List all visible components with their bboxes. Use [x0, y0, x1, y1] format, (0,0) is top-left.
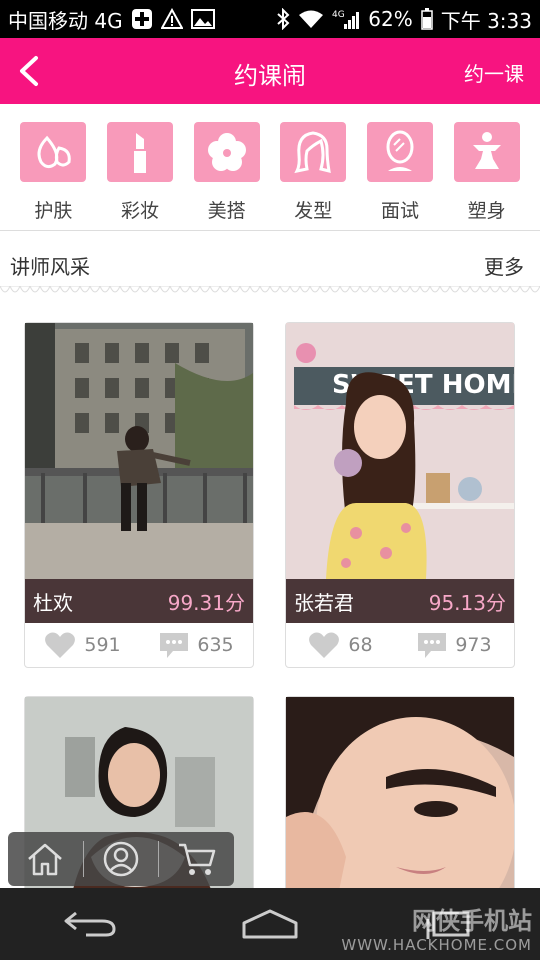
- skincare-icon: [20, 122, 87, 182]
- more-button[interactable]: 更多: [484, 251, 524, 280]
- category-outfit[interactable]: 美搭: [192, 122, 262, 223]
- home-outline-icon: [242, 909, 298, 939]
- heart-icon: [309, 632, 340, 658]
- teacher-card[interactable]: 杜欢 99.31分 591 635: [24, 322, 254, 668]
- comment-count: 973: [455, 634, 492, 656]
- back-arrow-icon: [64, 911, 116, 937]
- battery-icon: [420, 8, 433, 30]
- teacher-info-bar: 张若君 95.13分: [286, 579, 514, 623]
- home-button[interactable]: [8, 832, 83, 886]
- category-label: 发型: [294, 200, 333, 222]
- plus-notification-icon: [131, 8, 153, 30]
- category-label: 美搭: [207, 200, 246, 222]
- section-title: 讲师风采: [10, 255, 90, 279]
- teacher-card[interactable]: [285, 696, 515, 888]
- mirror-icon: [366, 122, 433, 182]
- cellular-signal-icon: 4G: [332, 8, 360, 30]
- hair-icon: [280, 122, 347, 182]
- comment-count: 635: [197, 634, 234, 656]
- category-label: 面试: [380, 200, 419, 222]
- cart-button[interactable]: [159, 832, 234, 886]
- page-title: 约课闹: [234, 62, 306, 90]
- watermark: 网侠手机站 WWW.HACKHOME.COM: [341, 901, 532, 954]
- bluetooth-icon: [276, 8, 290, 30]
- wifi-icon: [298, 9, 324, 29]
- watermark-url: WWW.HACKHOME.COM: [341, 936, 532, 954]
- category-interview[interactable]: 面试: [365, 122, 435, 223]
- body-icon: [453, 122, 520, 182]
- book-class-button[interactable]: 约一课: [464, 58, 524, 87]
- category-makeup[interactable]: 彩妆: [105, 122, 175, 223]
- teacher-card[interactable]: SWEET HOME 张若君 95.13分 68 973: [285, 322, 515, 668]
- teacher-name: 杜欢: [33, 590, 73, 615]
- user-icon: [103, 841, 139, 877]
- category-label: 彩妆: [120, 200, 159, 222]
- system-nav-bar: 网侠手机站 WWW.HACKHOME.COM: [0, 888, 540, 960]
- image-notification-icon: [190, 8, 215, 30]
- category-bar: 护肤 彩妆 美搭 发型 面试 塑身: [0, 104, 540, 230]
- teacher-grid: 杜欢 99.31分 591 635 SWEET HOME 张若君 95.13分 …: [0, 298, 540, 888]
- battery-percent: 62%: [368, 7, 413, 31]
- cart-icon: [178, 843, 215, 875]
- flower-icon: [193, 122, 260, 182]
- warning-notification-icon: [160, 8, 183, 30]
- category-label: 塑身: [467, 200, 506, 222]
- like-count: 68: [348, 634, 373, 656]
- category-label: 护肤: [34, 200, 73, 222]
- teacher-stats: 68 973: [286, 623, 514, 667]
- comment-icon: [418, 633, 447, 658]
- teachers-section-header: 讲师风采 更多: [0, 230, 540, 293]
- profile-button[interactable]: [84, 832, 159, 886]
- teacher-name: 张若君: [294, 590, 354, 615]
- like-count: 591: [84, 634, 121, 656]
- clock: 下午 3:33: [440, 8, 532, 33]
- teacher-photo: [25, 323, 253, 579]
- comment-button[interactable]: 635: [159, 631, 234, 659]
- app-header: 约课闹 约一课: [0, 38, 540, 104]
- like-button[interactable]: 68: [308, 631, 373, 659]
- system-home-button[interactable]: [230, 899, 310, 949]
- signal-label: 4G: [332, 10, 345, 20]
- home-icon: [28, 843, 63, 876]
- like-button[interactable]: 591: [44, 631, 121, 659]
- teacher-score: 95.13分: [428, 590, 506, 615]
- system-back-button[interactable]: [50, 899, 130, 949]
- comment-icon: [160, 633, 189, 658]
- status-bar: 中国移动 4G 4G 62% 下午 3:33: [0, 0, 540, 38]
- lipstick-icon: [106, 122, 173, 182]
- category-skincare[interactable]: 护肤: [18, 122, 88, 223]
- teacher-photo: SWEET HOME: [286, 323, 514, 579]
- scalloped-divider: [0, 286, 540, 293]
- carrier-label: 中国移动 4G: [8, 8, 123, 33]
- category-body[interactable]: 塑身: [452, 122, 522, 223]
- teacher-stats: 591 635: [25, 623, 253, 667]
- teacher-score: 99.31分: [167, 590, 245, 615]
- heart-icon: [45, 632, 76, 658]
- category-hairstyle[interactable]: 发型: [278, 122, 348, 223]
- teacher-info-bar: 杜欢 99.31分: [25, 579, 253, 623]
- watermark-title: 网侠手机站: [412, 907, 532, 935]
- comment-button[interactable]: 973: [417, 631, 492, 659]
- floating-toolbar: [8, 832, 234, 886]
- teacher-photo: [286, 697, 514, 888]
